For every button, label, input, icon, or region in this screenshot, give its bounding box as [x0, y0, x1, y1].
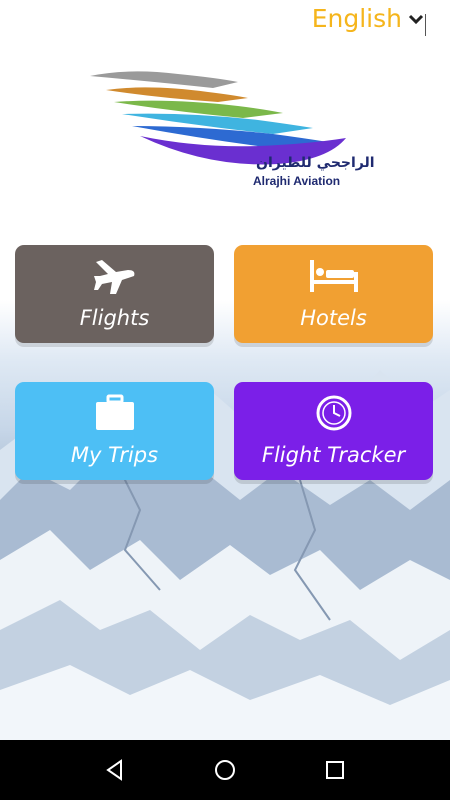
my-trips-button[interactable]: My Trips — [15, 382, 214, 480]
clock-tracker-icon — [315, 394, 353, 432]
brand-name-arabic: الراجحي للطيران — [256, 155, 375, 171]
home-icon[interactable] — [205, 750, 245, 790]
divider — [425, 14, 426, 36]
flights-button[interactable]: Flights — [15, 245, 214, 343]
flight-tracker-label: Flight Tracker — [261, 443, 406, 467]
flight-tracker-button[interactable]: Flight Tracker — [234, 382, 433, 480]
bed-icon — [308, 257, 360, 295]
my-trips-label: My Trips — [70, 443, 159, 467]
back-icon[interactable] — [95, 750, 135, 790]
recents-icon[interactable] — [315, 750, 355, 790]
language-selector[interactable]: English — [312, 4, 424, 33]
hotels-label: Hotels — [300, 306, 367, 330]
system-navigation-bar — [0, 740, 450, 800]
home-screen: English الراجحي للطيران Alrajhi Aviation… — [0, 0, 450, 740]
briefcase-icon — [94, 394, 136, 432]
brand-name-english: Alrajhi Aviation — [253, 174, 341, 188]
chevron-down-icon — [408, 14, 424, 24]
airplane-icon — [92, 257, 138, 295]
flights-label: Flights — [79, 306, 150, 330]
hotels-button[interactable]: Hotels — [234, 245, 433, 343]
language-label: English — [311, 4, 402, 33]
